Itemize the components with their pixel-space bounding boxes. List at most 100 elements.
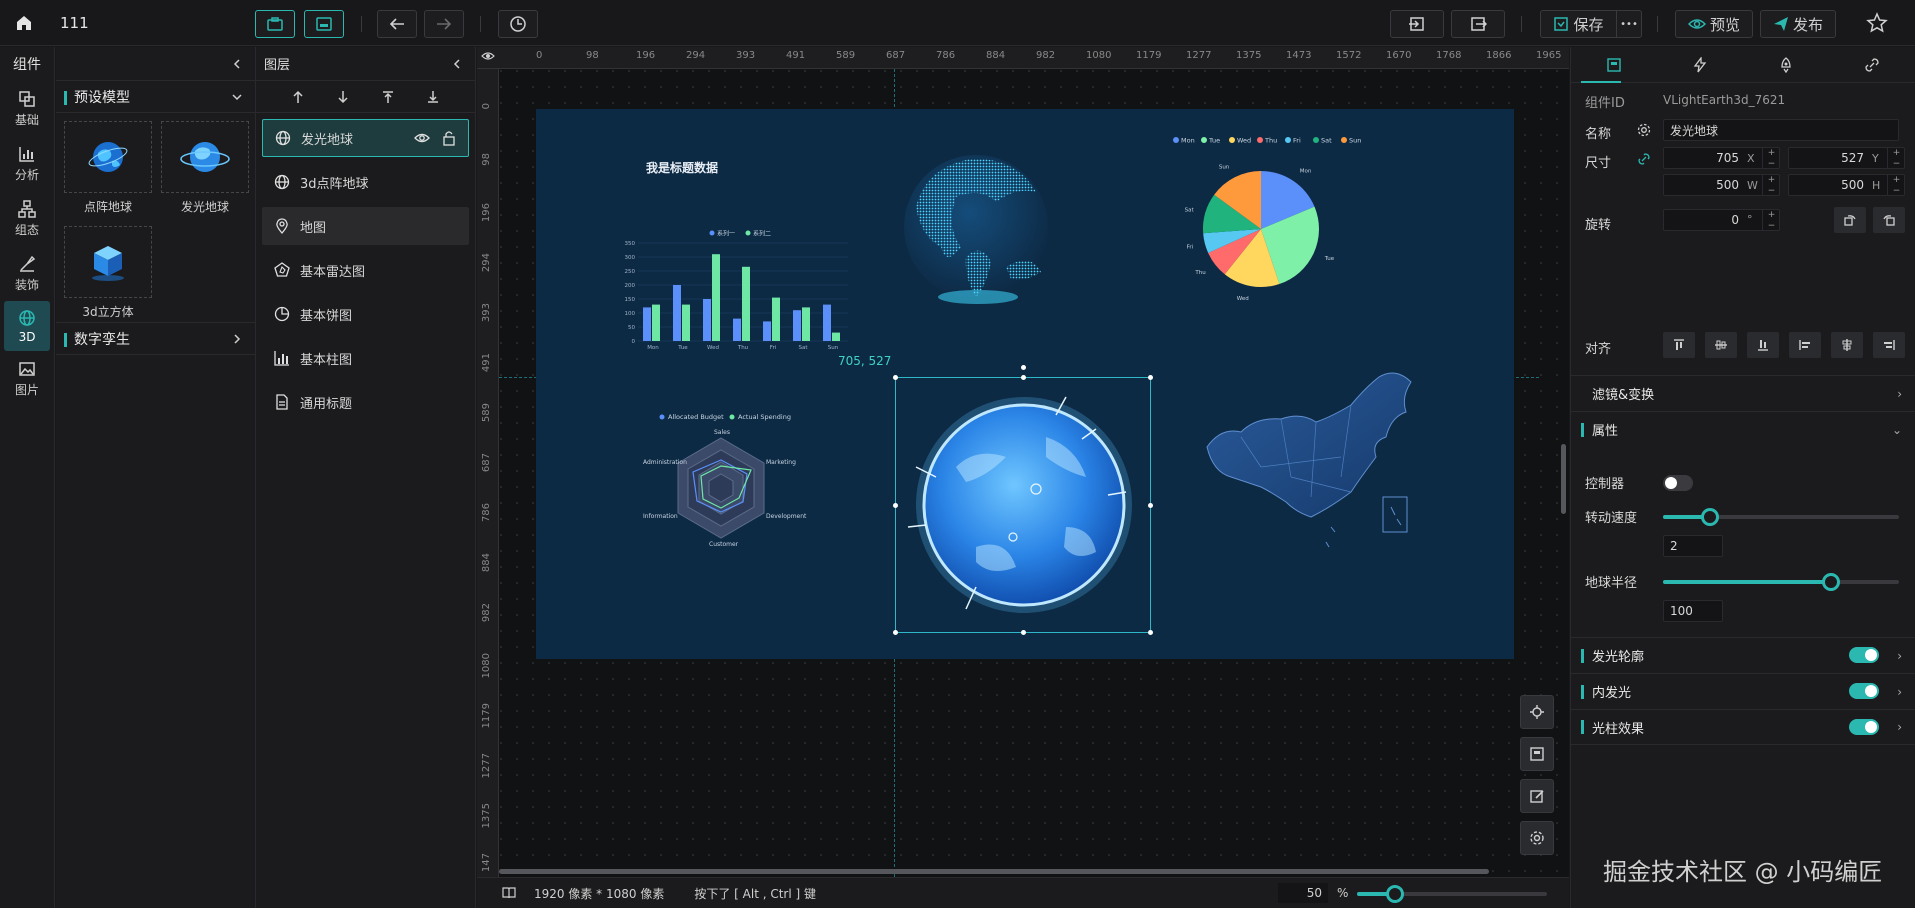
- shortcut-button[interactable]: [1520, 737, 1554, 771]
- align-horizontal-center-button[interactable]: [1831, 332, 1863, 358]
- move-down-icon[interactable]: [336, 90, 350, 104]
- settings-button[interactable]: [1520, 821, 1554, 855]
- locate-button[interactable]: [1520, 695, 1554, 729]
- rail-item-image[interactable]: 图片: [0, 351, 54, 406]
- title-widget[interactable]: 我是标题数据: [646, 159, 718, 176]
- glow-outline-toggle[interactable]: [1849, 647, 1879, 663]
- dot-earth-widget[interactable]: [886, 147, 1066, 317]
- more-options-button[interactable]: •••: [1616, 10, 1642, 38]
- home-icon[interactable]: [14, 13, 34, 33]
- move-up-icon[interactable]: [291, 90, 305, 104]
- rail-item-3d[interactable]: 3D: [4, 301, 50, 351]
- radar-indicator-customer: Customer: [709, 541, 739, 548]
- pie-chart-widget[interactable]: Mon Tue Wed Thu Fri Sat Sun Mon Tue Wed Thu Fri Sat S…: [1166, 134, 1366, 304]
- radar-chart-widget[interactable]: Allocated Budget Actual Spending Sales M…: [616, 409, 826, 559]
- section-filter-transform[interactable]: 滤镜&变换 ›: [1571, 375, 1915, 411]
- dashboard-screen[interactable]: 我是标题数据 系列一 系列二 350 300 250 200 150 100 50 0 Mon Tue…: [536, 109, 1514, 659]
- project-name[interactable]: 111: [60, 14, 89, 32]
- gear-icon[interactable]: [1637, 123, 1651, 137]
- rail-item-basic[interactable]: 基础: [0, 81, 54, 136]
- name-input[interactable]: 发光地球: [1663, 119, 1899, 141]
- book-icon[interactable]: [502, 887, 516, 899]
- zoom-slider-handle[interactable]: [1386, 885, 1404, 903]
- redo-button[interactable]: [424, 10, 464, 38]
- group-preset-models[interactable]: 预设模型: [56, 81, 255, 113]
- components-toggle-button[interactable]: [255, 10, 295, 38]
- map-widget[interactable]: [1201, 357, 1421, 557]
- rotate-handle[interactable]: [1021, 365, 1026, 370]
- speed-slider[interactable]: [1663, 508, 1899, 526]
- ruler-tick-label: 491: [481, 353, 492, 373]
- preview-button[interactable]: 预览: [1675, 10, 1753, 38]
- vertical-scrollbar[interactable]: [1561, 69, 1567, 877]
- zoom-input[interactable]: 50: [1278, 883, 1328, 903]
- tab-data[interactable]: [1829, 47, 1915, 82]
- rail-item-decoration[interactable]: 装饰: [0, 246, 54, 301]
- export-button[interactable]: [1451, 10, 1505, 38]
- collapse-chevron-icon[interactable]: [231, 58, 243, 70]
- y-stepper[interactable]: + −: [1887, 147, 1905, 169]
- speed-slider-handle[interactable]: [1701, 508, 1720, 526]
- model-card-dot-earth[interactable]: 点阵地球: [64, 121, 152, 218]
- move-to-bottom-icon[interactable]: [426, 90, 440, 104]
- tab-events[interactable]: [1657, 47, 1743, 82]
- group-digital-twin[interactable]: 数字孪生: [56, 323, 255, 355]
- align-right-button[interactable]: [1873, 332, 1905, 358]
- flip-horizontal-button[interactable]: [1834, 207, 1866, 233]
- eye-icon[interactable]: [481, 50, 495, 62]
- tab-style[interactable]: [1571, 47, 1657, 83]
- align-vertical-center-button[interactable]: [1705, 332, 1737, 358]
- canvas-area[interactable]: 0 98 196 294 393 491 589 687 786 884 982 1080 1179 12…: [477, 47, 1569, 908]
- radius-slider[interactable]: [1663, 573, 1899, 591]
- glow-earth-widget[interactable]: [896, 377, 1152, 633]
- rail-item-topology[interactable]: 组态: [0, 191, 54, 246]
- edit-button[interactable]: [1520, 779, 1554, 813]
- align-left-button[interactable]: [1789, 332, 1821, 358]
- rotate-stepper[interactable]: + −: [1762, 209, 1780, 231]
- star-icon[interactable]: [1866, 12, 1888, 34]
- inner-glow-toggle[interactable]: [1849, 683, 1879, 699]
- layer-item-dot-earth[interactable]: 3d点阵地球: [262, 163, 469, 201]
- layer-item-bar[interactable]: 基本柱图: [262, 339, 469, 377]
- align-bottom-button[interactable]: [1747, 332, 1779, 358]
- layer-item-radar[interactable]: 基本雷达图: [262, 251, 469, 289]
- pie-slice-label: Sun: [1219, 165, 1230, 171]
- pie-slice-label: Wed: [1237, 296, 1249, 302]
- speed-input[interactable]: 2: [1663, 535, 1723, 557]
- height-stepper[interactable]: + −: [1887, 174, 1905, 196]
- x-stepper[interactable]: + −: [1762, 147, 1780, 169]
- bar-chart-widget[interactable]: 系列一 系列二 350 300 250 200 150 100 50 0 Mon Tue Wed Thu F…: [616, 229, 856, 349]
- align-top-button[interactable]: [1663, 332, 1695, 358]
- undo-button[interactable]: [377, 10, 417, 38]
- eye-icon[interactable]: [414, 131, 430, 145]
- model-card-glow-earth[interactable]: 发光地球: [161, 121, 249, 218]
- move-to-top-icon[interactable]: [381, 90, 395, 104]
- horizontal-scrollbar[interactable]: [499, 869, 1559, 875]
- x-unit: X: [1747, 152, 1755, 165]
- collapse-chevron-icon[interactable]: [451, 58, 463, 70]
- radius-slider-handle[interactable]: [1821, 573, 1840, 591]
- pie-legend-marker: [1201, 137, 1207, 143]
- zoom-slider[interactable]: [1357, 885, 1547, 903]
- link-icon[interactable]: [1637, 152, 1651, 166]
- controller-toggle[interactable]: [1663, 475, 1693, 491]
- layer-item-title[interactable]: 通用标题: [262, 383, 469, 421]
- save-button[interactable]: 保存: [1540, 10, 1616, 38]
- layer-item-map[interactable]: 地图: [262, 207, 469, 245]
- layer-item-glow-earth[interactable]: 发光地球: [262, 119, 469, 157]
- width-stepper[interactable]: + −: [1762, 174, 1780, 196]
- model-card-3d-cube[interactable]: 3d立方体: [64, 225, 152, 323]
- radius-input[interactable]: 100: [1663, 600, 1723, 622]
- layer-item-pie[interactable]: 基本饼图: [262, 295, 469, 333]
- light-pillar-toggle[interactable]: [1849, 719, 1879, 735]
- history-button[interactable]: [498, 10, 538, 38]
- section-attributes[interactable]: 属性 ⌄: [1571, 411, 1915, 447]
- unlock-icon[interactable]: [442, 130, 456, 146]
- pie-icon: [274, 306, 290, 322]
- rail-item-analysis[interactable]: 分析: [0, 136, 54, 191]
- flip-vertical-button[interactable]: [1873, 207, 1905, 233]
- publish-button[interactable]: 发布: [1760, 10, 1836, 38]
- tab-animation[interactable]: [1743, 47, 1829, 82]
- import-button[interactable]: [1390, 10, 1444, 38]
- layers-toggle-button[interactable]: [304, 10, 344, 38]
